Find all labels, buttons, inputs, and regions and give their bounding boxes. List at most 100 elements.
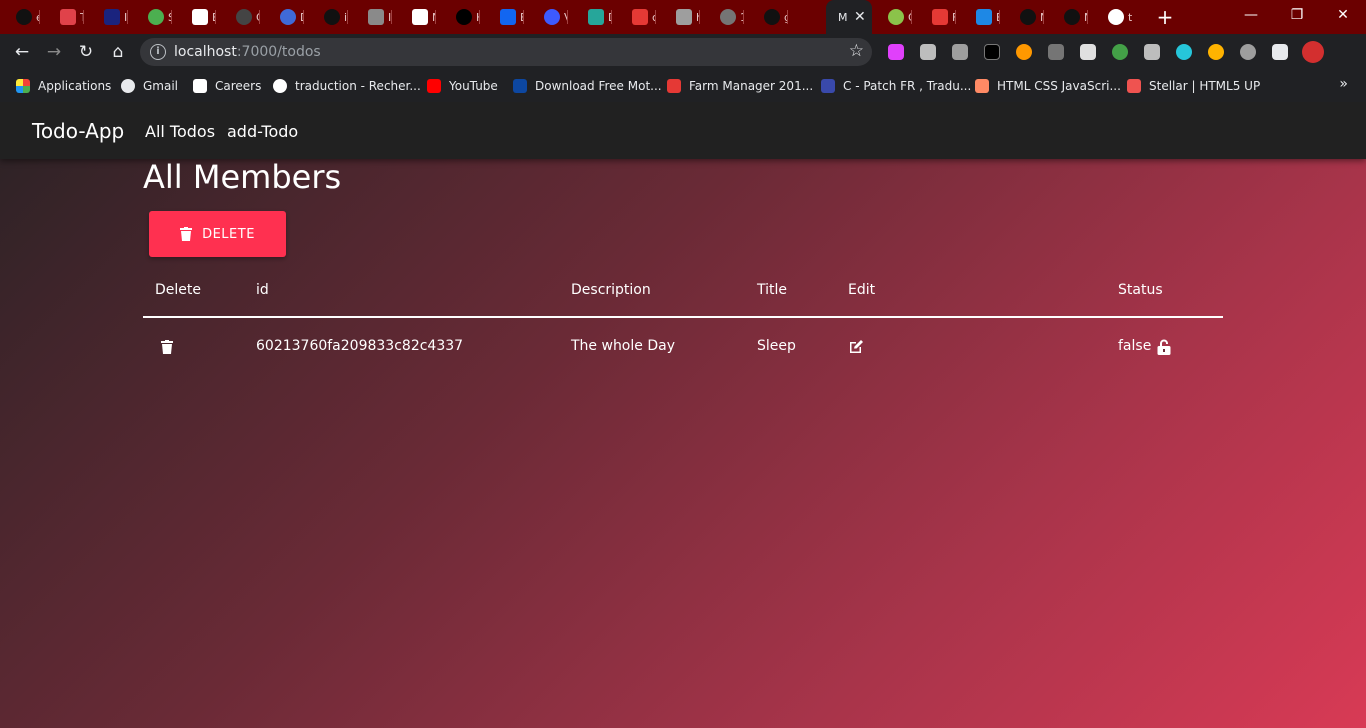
back-button[interactable]: ← <box>10 40 34 64</box>
bookmark-label: HTML CSS JavaScri... <box>997 79 1121 93</box>
forward-button[interactable]: → <box>42 40 66 64</box>
tab-separator <box>655 10 656 24</box>
app-navbar: Todo-App All Todos add-Todo <box>0 102 1366 159</box>
reload-button[interactable]: ↻ <box>74 40 98 64</box>
ex-icon <box>192 9 208 25</box>
github-icon <box>1064 9 1080 25</box>
keyboard-icon[interactable] <box>984 44 1000 60</box>
browser-tab-23[interactable]: N <box>1004 0 1044 34</box>
restore-button[interactable]: ❐ <box>1274 0 1320 30</box>
bookmark-traduction[interactable]: traduction - Recher... <box>273 76 421 96</box>
edit-icon[interactable] <box>848 339 864 354</box>
camera-icon[interactable] <box>952 44 968 60</box>
help-shield-icon[interactable] <box>1144 44 1160 60</box>
microphone-icon[interactable] <box>1048 44 1064 60</box>
function-icon[interactable] <box>920 44 936 60</box>
shield-icon[interactable] <box>1080 44 1096 60</box>
delete-button[interactable]: DELETE <box>149 211 286 257</box>
browser-tab-20[interactable]: C <box>872 0 912 34</box>
bookmark-farm-manager[interactable]: Farm Manager 201... <box>667 76 813 96</box>
close-window-button[interactable]: ✕ <box>1320 0 1366 30</box>
browser-tab-17[interactable]: 1 <box>704 0 744 34</box>
browser-tab-18[interactable]: g <box>748 0 788 34</box>
tab-separator <box>523 10 524 24</box>
browser-tab-25[interactable]: t <box>1092 0 1132 34</box>
browser-tab-10[interactable]: N <box>396 0 436 34</box>
bookmark-careers[interactable]: Careers <box>193 76 261 96</box>
bookmark-stellar[interactable]: Stellar | HTML5 UP <box>1127 76 1260 96</box>
browser-tab-9[interactable]: In <box>352 0 392 34</box>
browser-tab-12[interactable]: B <box>484 0 524 34</box>
browser-tab-4[interactable]: S <box>132 0 172 34</box>
tab-title: M <box>838 10 848 24</box>
bookmark-download-free[interactable]: Download Free Mot... <box>513 76 662 96</box>
flask-icon <box>544 9 560 25</box>
tab-separator <box>567 10 568 24</box>
browser-tab-21[interactable]: F <box>916 0 956 34</box>
app-brand[interactable]: Todo-App <box>32 119 124 143</box>
home-button[interactable]: ⌂ <box>106 40 130 64</box>
nav-all-todos[interactable]: All Todos <box>145 122 215 141</box>
tab-separator <box>699 10 700 24</box>
browser-tab-8[interactable]: ia <box>308 0 348 34</box>
hat-icon[interactable] <box>1240 44 1256 60</box>
trash-icon[interactable] <box>161 340 173 354</box>
browser-tab-15[interactable]: c <box>616 0 656 34</box>
column-header-title: Title <box>757 282 788 298</box>
browser-tab-16[interactable]: h <box>660 0 700 34</box>
nav-add-todo[interactable]: add-Todo <box>227 122 298 141</box>
tab-separator <box>83 10 84 24</box>
bookmark-star-icon[interactable]: ☆ <box>849 41 864 61</box>
browser-tab-3[interactable]: In <box>88 0 128 34</box>
bookmark-html-css[interactable]: HTML CSS JavaScri... <box>975 76 1121 96</box>
bookmark-label: Farm Manager 201... <box>689 79 814 93</box>
tab-separator <box>435 10 436 24</box>
earth-icon[interactable] <box>1112 44 1128 60</box>
trash-icon <box>180 227 193 241</box>
site-info-icon[interactable]: i <box>150 44 166 60</box>
person-icon <box>975 79 989 93</box>
browser-tab-2[interactable]: Tr <box>44 0 84 34</box>
browser-tab-5[interactable]: E <box>176 0 216 34</box>
browser-toolbar: ← → ↻ ⌂ i localhost:7000/todos ☆ <box>0 34 1366 70</box>
browser-tab-24[interactable]: N <box>1048 0 1088 34</box>
tab-separator <box>1043 10 1044 24</box>
browser-tab-7[interactable]: D <box>264 0 304 34</box>
profile-avatar-icon[interactable] <box>1302 41 1324 63</box>
more-bookmarks-icon[interactable]: » <box>1339 76 1348 92</box>
tab-separator <box>39 10 40 24</box>
bookmark-youtube[interactable]: YouTube <box>427 76 498 96</box>
owl-icon[interactable] <box>1016 44 1032 60</box>
bookmarks-bar: Applications Gmail Careers traduction - … <box>0 70 1366 102</box>
bookmark-applications[interactable]: Applications <box>16 76 111 96</box>
apps-grid-icon <box>16 79 30 93</box>
close-tab-icon[interactable]: ✕ <box>854 9 866 25</box>
new-tab-button[interactable]: + <box>1152 4 1178 30</box>
browser-tab-6[interactable]: C <box>220 0 260 34</box>
link-icon <box>368 9 384 25</box>
tab-separator <box>743 10 744 24</box>
bookmark-gmail[interactable]: Gmail <box>121 76 178 96</box>
minimize-button[interactable]: — <box>1228 0 1274 30</box>
bookmark-patch-fr[interactable]: C - Patch FR , Tradu... <box>821 76 971 96</box>
browser-tab-1[interactable]: e <box>0 0 40 34</box>
unlock-icon[interactable] <box>1157 339 1171 355</box>
browser-tab-11[interactable]: H <box>440 0 480 34</box>
slash-icon <box>60 9 76 25</box>
url-text[interactable]: localhost:7000/todos <box>174 44 321 60</box>
m-circle-icon[interactable] <box>1176 44 1192 60</box>
browser-tab-22[interactable]: E <box>960 0 1000 34</box>
a-icon <box>193 79 207 93</box>
column-header-status: Status <box>1118 282 1163 298</box>
browser-tab-active[interactable]: M ✕ <box>826 0 872 34</box>
tab-separator <box>999 10 1000 24</box>
url-host: localhost <box>174 44 237 60</box>
color-picker-icon[interactable] <box>888 44 904 60</box>
browser-tab-14[interactable]: D <box>572 0 612 34</box>
cell-status: false <box>1118 338 1152 354</box>
patch-icon <box>821 79 835 93</box>
address-bar[interactable]: i localhost:7000/todos ☆ <box>140 38 872 66</box>
browser-tab-13[interactable]: V <box>528 0 568 34</box>
fire-icon[interactable] <box>1208 44 1224 60</box>
puzzle-icon[interactable] <box>1272 44 1288 60</box>
